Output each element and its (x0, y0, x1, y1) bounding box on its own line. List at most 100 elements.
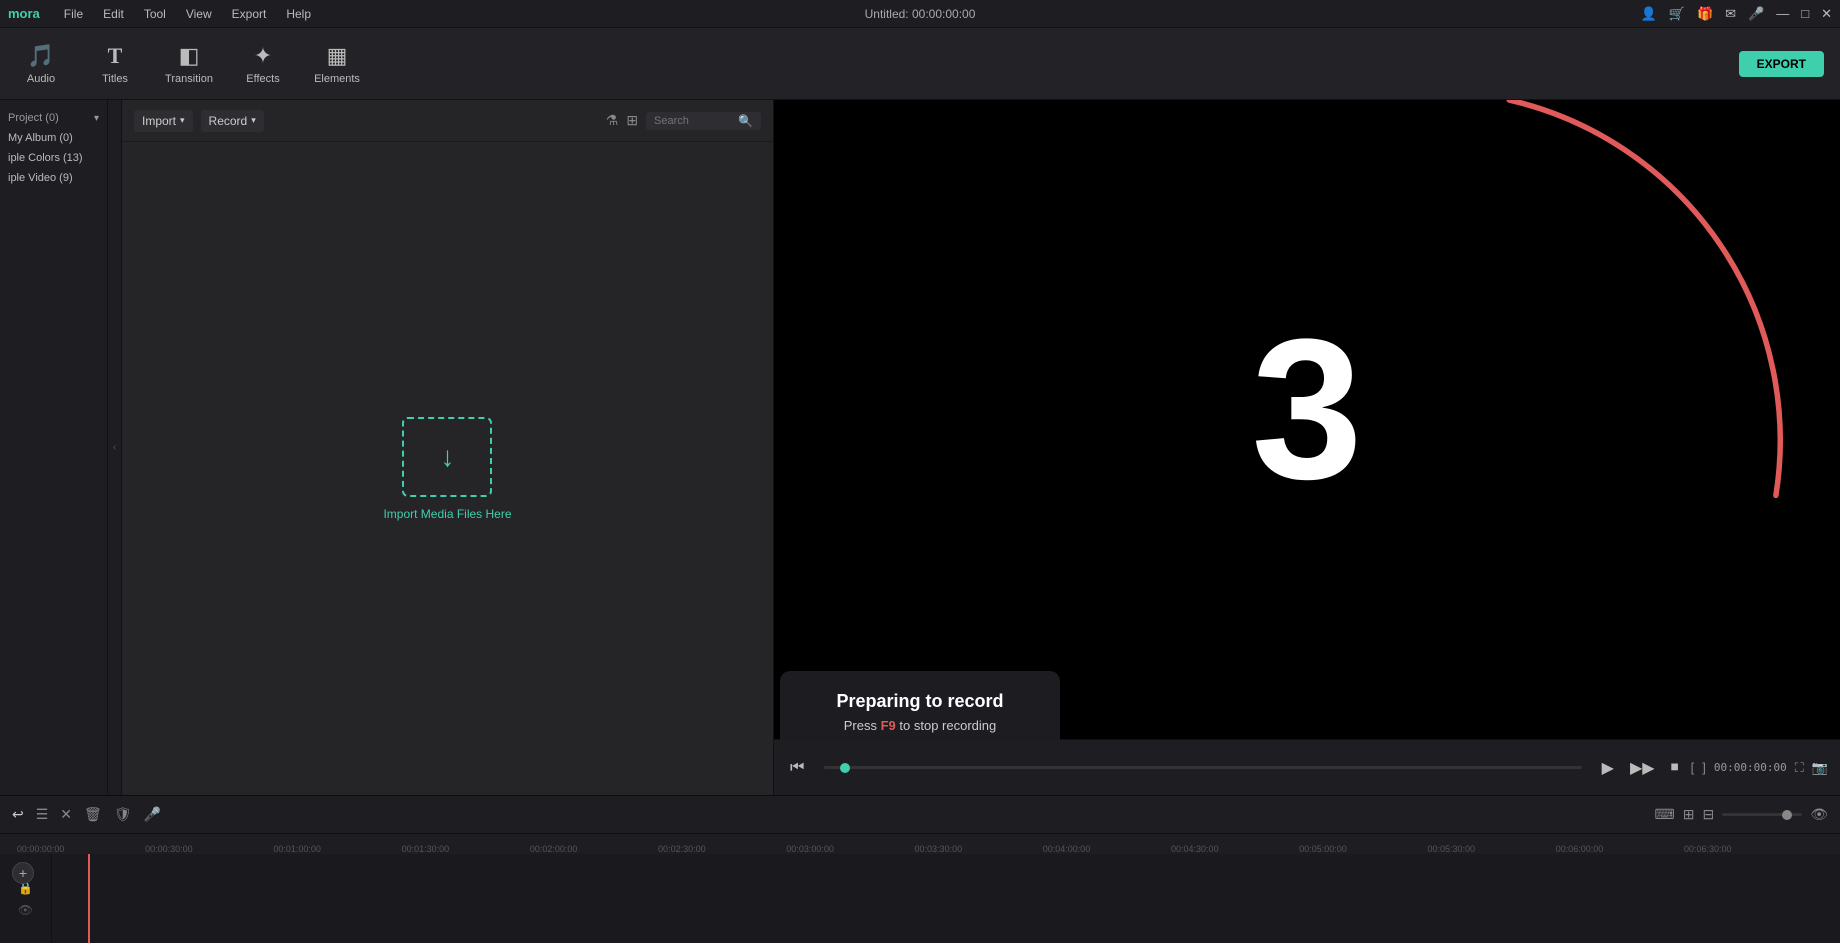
media-panel-actions: ⚗ ⊞ 🔍 (606, 112, 761, 130)
ruler-mark-4: 00:02:00:00 (530, 844, 578, 854)
minus-icon[interactable]: ⊟ (1702, 806, 1714, 823)
menu-list-icon[interactable]: ☰ (36, 806, 49, 823)
sidebar-item-colors[interactable]: iple Colors (13) (0, 148, 107, 168)
elements-icon: ▦ (327, 43, 348, 69)
sidebar-toggle-icon[interactable]: ▾ (94, 113, 99, 124)
toolbar-titles-label: Titles (102, 73, 128, 85)
ruler-mark-10: 00:05:00:00 (1299, 844, 1347, 854)
sidebar-project-label: Project (0) (8, 112, 59, 124)
menu-export[interactable]: Export (224, 5, 275, 23)
timeline-left-controls: + 🔒 👁 (0, 854, 52, 943)
preview-time-display: 00:00:00:00 (1714, 761, 1787, 774)
toast-prefix: Press (844, 718, 881, 733)
ruler-mark-6: 00:03:00:00 (786, 844, 834, 854)
menu-items: File Edit Tool View Export Help (56, 5, 319, 23)
undo-icon[interactable]: ↩ (12, 806, 24, 823)
countdown-number: 3 (1251, 310, 1362, 510)
left-sidebar: Project (0) ▾ My Album (0) iple Colors (… (0, 100, 108, 795)
maximize-icon[interactable]: □ (1801, 6, 1809, 21)
sidebar-item-video[interactable]: iple Video (9) (0, 168, 107, 188)
audio-icon: 🎵 (27, 43, 54, 69)
fast-forward-button[interactable]: ▶▶ (1626, 754, 1659, 782)
toolbar-effects[interactable]: ✦ Effects (238, 43, 288, 85)
close-window-icon[interactable]: ✕ (1821, 6, 1832, 22)
stop-button[interactable]: ⏹ (1667, 755, 1683, 781)
project-title: Untitled: (865, 7, 909, 21)
record-button[interactable]: Record ▾ (201, 110, 264, 132)
menu-tool[interactable]: Tool (136, 5, 174, 23)
toast-subtitle: Press F9 to stop recording (820, 718, 1020, 733)
ruler-mark-3: 00:01:30:00 (402, 844, 450, 854)
media-panel: Import ▾ Record ▾ ⚗ ⊞ 🔍 ↓ Import (122, 100, 774, 795)
search-box[interactable]: 🔍 (646, 112, 761, 130)
step-back-button[interactable]: ⏮ (786, 755, 808, 781)
export-button[interactable]: EXPORT (1739, 51, 1824, 77)
fullscreen-icon[interactable]: ⛶ (1795, 760, 1804, 776)
zoom-slider[interactable] (1722, 813, 1802, 816)
minimize-icon[interactable]: — (1776, 6, 1789, 21)
import-area[interactable]: ↓ Import Media Files Here (383, 417, 511, 521)
timeline-right-controls: ⌨ ⊞ ⊟ 👁 (1655, 806, 1828, 823)
ruler-mark-13: 00:06:30:00 (1684, 844, 1732, 854)
toolbar-audio[interactable]: 🎵 Audio (16, 43, 66, 85)
user-icon[interactable]: 👤 (1641, 6, 1657, 22)
cart-icon[interactable]: 🛒 (1669, 6, 1685, 22)
import-label: Import (142, 114, 176, 128)
toolbar-elements[interactable]: ▦ Elements (312, 43, 362, 85)
eye-track-icon[interactable]: 👁 (18, 903, 33, 917)
zoom-handle (1782, 810, 1792, 820)
delete-icon[interactable]: 🗑 (84, 806, 102, 823)
media-panel-header: Import ▾ Record ▾ ⚗ ⊞ 🔍 (122, 100, 773, 142)
timeline-toolbar: ↩ ☰ ✕ 🗑 🛡 🎤 ⌨ ⊞ ⊟ 👁 (0, 796, 1840, 834)
toast-title: Preparing to record (820, 691, 1020, 712)
menu-file[interactable]: File (56, 5, 91, 23)
timeline-scrubber[interactable] (824, 766, 1581, 769)
bracket-out-icon[interactable]: ] (1702, 760, 1706, 775)
filter-icon[interactable]: ⚗ (606, 112, 619, 129)
import-media-label: Import Media Files Here (383, 507, 511, 521)
timeline-tracks: + 🔒 👁 (0, 854, 1840, 943)
sidebar-collapse-handle[interactable]: ‹ (108, 100, 122, 795)
import-button[interactable]: Import ▾ (134, 110, 193, 132)
sidebar-section: Project (0) ▾ My Album (0) iple Colors (… (0, 100, 122, 795)
add-clip-icon[interactable]: ⊞ (1683, 806, 1695, 823)
ruler-mark-8: 00:04:00:00 (1043, 844, 1091, 854)
ruler-mark-12: 00:06:00:00 (1556, 844, 1604, 854)
gift-icon[interactable]: 🎁 (1697, 6, 1713, 22)
toolbar: 🎵 Audio T Titles ◧ Transition ✦ Effects … (0, 28, 1840, 100)
menu-view[interactable]: View (178, 5, 220, 23)
voiceover-icon[interactable]: 🎤 (144, 806, 161, 823)
snapshot-icon[interactable]: 📷 (1812, 760, 1828, 776)
import-chevron-icon: ▾ (180, 115, 185, 126)
toolbar-transition[interactable]: ◧ Transition (164, 43, 214, 85)
sidebar-item-album[interactable]: My Album (0) (0, 128, 107, 148)
search-icon: 🔍 (738, 114, 753, 128)
media-content: ↓ Import Media Files Here (122, 142, 773, 795)
mail-icon[interactable]: ✉ (1725, 6, 1736, 22)
search-input[interactable] (654, 115, 734, 127)
close-clip-icon[interactable]: ✕ (60, 806, 72, 823)
preview-main: 3 (774, 100, 1840, 739)
scrubber-dot (840, 763, 850, 773)
grid-icon[interactable]: ⊞ (626, 112, 638, 129)
record-label: Record (209, 114, 248, 128)
ruler-mark-11: 00:05:30:00 (1427, 844, 1475, 854)
shield-icon[interactable]: 🛡 (114, 806, 132, 823)
caption-icon[interactable]: ⌨ (1655, 806, 1675, 823)
eye-icon[interactable]: 👁 (1810, 806, 1828, 823)
menu-help[interactable]: Help (278, 5, 319, 23)
menu-bar: mora File Edit Tool View Export Help Unt… (0, 0, 1840, 28)
toolbar-titles[interactable]: T Titles (90, 43, 140, 85)
timeline-section: ↩ ☰ ✕ 🗑 🛡 🎤 ⌨ ⊞ ⊟ 👁 00:00:00:00 00:00:30… (0, 795, 1840, 943)
play-button[interactable]: ▶ (1598, 754, 1618, 782)
mic-icon[interactable]: 🎤 (1748, 6, 1764, 22)
sidebar-item-project[interactable]: Project (0) ▾ (0, 108, 107, 128)
menu-edit[interactable]: Edit (95, 5, 132, 23)
ruler-mark-7: 00:03:30:00 (915, 844, 963, 854)
bracket-in-icon[interactable]: [ (1691, 760, 1695, 775)
toast-key: F9 (881, 718, 896, 733)
import-drop-box[interactable]: ↓ (402, 417, 492, 497)
timecode-display: 00:00:00:00 (912, 7, 975, 21)
ruler-mark-5: 00:02:30:00 (658, 844, 706, 854)
add-track-button[interactable]: + (12, 862, 34, 884)
